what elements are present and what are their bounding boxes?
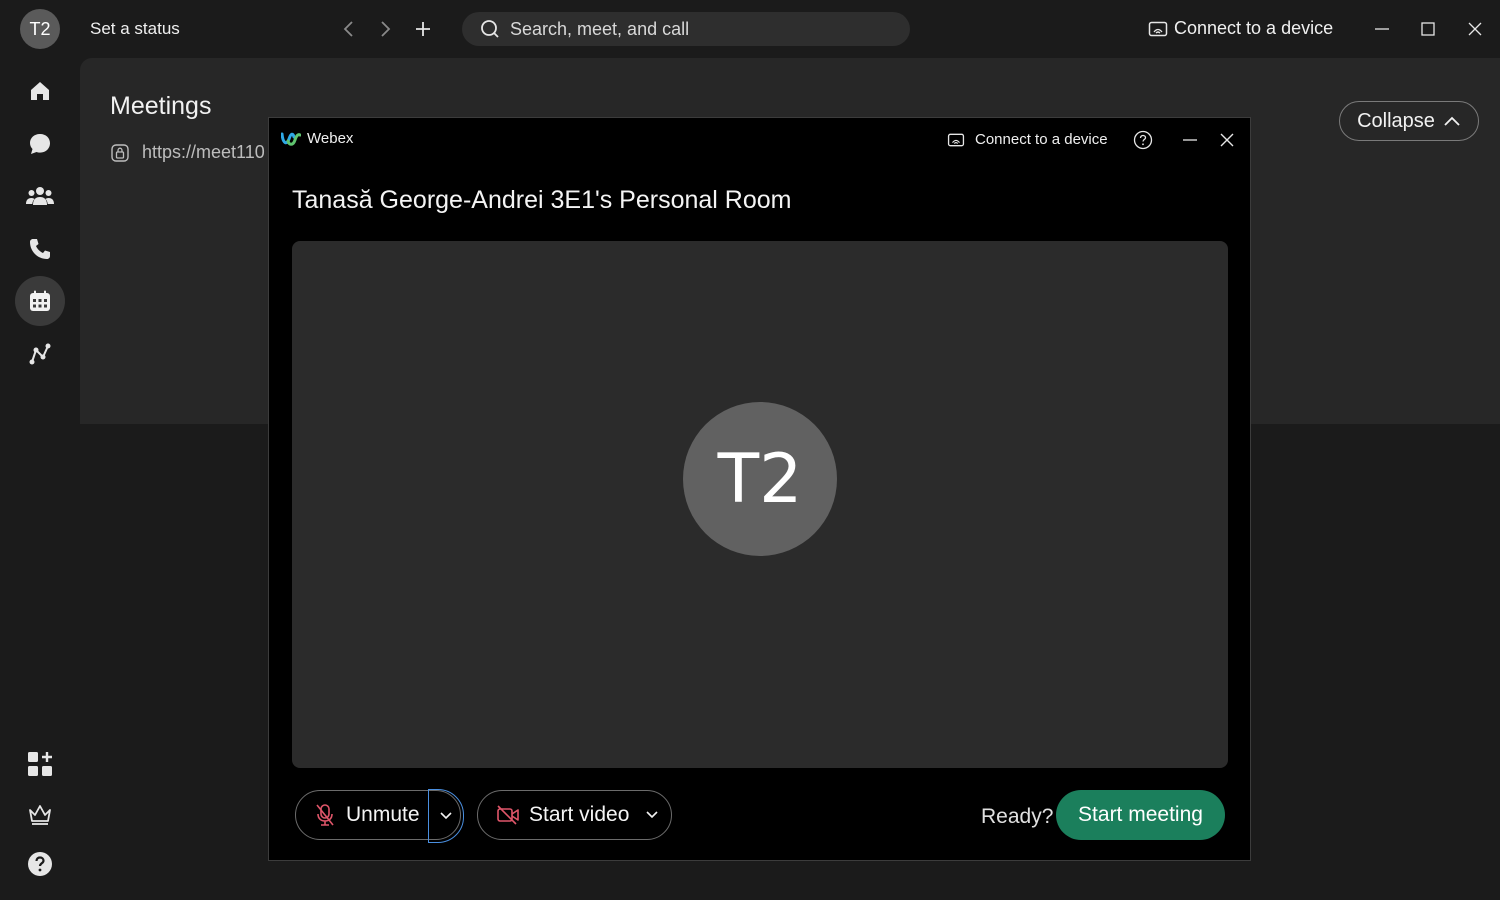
close-button[interactable] xyxy=(1460,14,1490,44)
connect-device-button[interactable]: Connect to a device xyxy=(1148,18,1333,39)
chat-icon xyxy=(30,134,50,154)
unmute-label: Unmute xyxy=(346,803,420,826)
webex-brand: Webex xyxy=(281,130,353,147)
lock-icon xyxy=(111,143,129,162)
maximize-button[interactable] xyxy=(1413,14,1443,44)
sidebar-item-messaging[interactable] xyxy=(20,124,60,164)
meeting-preview-dialog: Webex Connect to a device Tanasă George-… xyxy=(268,117,1251,861)
sidebar-item-teams[interactable] xyxy=(20,176,60,216)
apps-icon xyxy=(28,752,52,776)
ready-label: Ready? xyxy=(981,805,1054,828)
dialog-close-button[interactable] xyxy=(1215,128,1239,152)
meeting-link-text: https://meet110 xyxy=(142,142,265,162)
people-icon xyxy=(26,187,54,205)
video-options-button[interactable] xyxy=(639,791,665,839)
question-icon xyxy=(1133,130,1153,150)
sidebar-item-apps[interactable] xyxy=(20,744,60,784)
dialog-help-button[interactable] xyxy=(1131,128,1155,152)
graph-icon xyxy=(29,343,51,365)
phone-icon xyxy=(30,239,50,259)
sidebar-item-upgrade[interactable] xyxy=(20,794,60,834)
meeting-link[interactable]: https://meet110 xyxy=(110,142,265,163)
search-icon xyxy=(481,20,499,38)
webex-app: T2 Set a status Search, meet, and call C… xyxy=(0,0,1500,900)
connect-device-label: Connect to a device xyxy=(1174,18,1334,38)
minimize-icon xyxy=(1375,28,1389,30)
start-meeting-button[interactable]: Start meeting xyxy=(1056,790,1225,840)
dialog-minimize-button[interactable] xyxy=(1178,128,1202,152)
new-button[interactable] xyxy=(410,16,436,42)
page-title: Meetings xyxy=(110,92,212,120)
cast-icon xyxy=(1148,21,1168,36)
sidebar-item-home[interactable] xyxy=(20,71,60,111)
calendar-icon xyxy=(30,290,50,311)
unmute-button[interactable]: Unmute xyxy=(296,791,428,839)
minimize-button[interactable] xyxy=(1367,14,1397,44)
webex-logo-icon xyxy=(281,132,301,146)
home-icon xyxy=(31,82,49,100)
chevron-down-icon xyxy=(440,812,452,820)
sidebar-item-calling[interactable] xyxy=(20,229,60,269)
audio-options-button[interactable] xyxy=(428,789,464,843)
dialog-connect-label: Connect to a device xyxy=(975,131,1108,148)
help-icon xyxy=(28,852,52,876)
audio-control: Unmute xyxy=(295,789,464,843)
top-bar: T2 Set a status Search, meet, and call C… xyxy=(0,0,1500,58)
close-icon xyxy=(1220,133,1234,147)
video-preview: T2 xyxy=(292,241,1228,768)
chevron-down-icon xyxy=(646,811,658,819)
chevron-right-icon xyxy=(381,21,391,37)
microphone-muted-icon xyxy=(316,804,334,826)
set-status-link[interactable]: Set a status xyxy=(90,19,180,39)
collapse-button[interactable]: Collapse xyxy=(1339,101,1479,141)
maximize-icon xyxy=(1421,22,1435,36)
dialog-connect-device-button[interactable]: Connect to a device xyxy=(947,131,1108,148)
plus-icon xyxy=(416,22,430,36)
back-button[interactable] xyxy=(336,16,362,42)
sidebar-item-connections[interactable] xyxy=(20,334,60,374)
chevron-left-icon xyxy=(343,21,353,37)
chevron-up-icon xyxy=(1444,116,1460,126)
collapse-label: Collapse xyxy=(1357,109,1435,132)
forward-button[interactable] xyxy=(372,16,398,42)
sidebar-item-help[interactable] xyxy=(20,844,60,884)
search-input[interactable]: Search, meet, and call xyxy=(462,12,910,46)
preview-avatar: T2 xyxy=(683,402,837,556)
cast-icon xyxy=(947,133,965,146)
start-video-button[interactable]: Start video xyxy=(478,791,638,839)
sidebar-item-meetings[interactable] xyxy=(15,276,65,326)
brand-label: Webex xyxy=(307,130,354,147)
video-off-icon xyxy=(497,805,519,825)
start-video-label: Start video xyxy=(529,803,630,826)
search-placeholder: Search, meet, and call xyxy=(510,18,690,39)
crown-icon xyxy=(29,805,51,825)
minimize-icon xyxy=(1183,139,1197,141)
avatar[interactable]: T2 xyxy=(20,9,60,49)
room-title: Tanasă George-Andrei 3E1's Personal Room xyxy=(292,186,792,214)
video-control: Start video xyxy=(477,790,672,840)
close-icon xyxy=(1468,22,1482,36)
